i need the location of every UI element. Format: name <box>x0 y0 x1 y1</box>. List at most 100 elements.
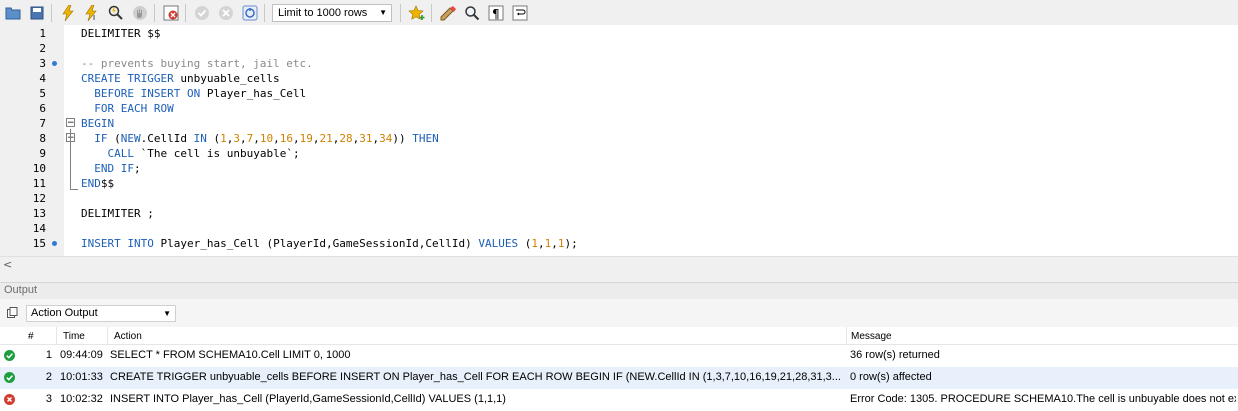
word-wrap-button[interactable] <box>509 2 531 24</box>
panel-splitter[interactable] <box>0 272 1238 282</box>
code-token: 1 <box>220 132 227 145</box>
code-token: , <box>239 132 247 145</box>
code-text[interactable]: DELIMITER $$ <box>81 26 160 41</box>
code-token: ( <box>206 132 221 145</box>
code-text[interactable]: DELIMITER ; <box>81 206 154 221</box>
code-token: IN <box>193 132 207 145</box>
table-row[interactable]: 1 09:44:09 SELECT * FROM SCHEMA10.Cell LIM… <box>0 345 1238 367</box>
code-token: 21 <box>319 132 333 145</box>
code-text[interactable]: INSERT INTO Player_has_Cell (PlayerId,Ga… <box>81 236 578 251</box>
code-line[interactable]: 11 END$$ <box>0 176 1238 191</box>
success-check-icon <box>4 372 15 383</box>
open-file-button[interactable] <box>2 2 24 24</box>
toolbar-separator <box>154 3 155 22</box>
code-token: INSERT INTO <box>81 237 154 250</box>
code-line[interactable]: 3 -- prevents buying start, jail etc. <box>0 56 1238 71</box>
code-text[interactable]: CREATE TRIGGER unbyuable_cells <box>81 71 280 86</box>
code-token: ; <box>134 162 141 175</box>
execute-current-icon: I <box>85 4 97 21</box>
toolbar-separator <box>51 3 52 22</box>
code-text[interactable]: END$$ <box>81 176 114 191</box>
code-line[interactable]: 6 FOR EACH ROW <box>0 101 1238 116</box>
output-toolbar: Action Output ▼ <box>0 299 1238 327</box>
code-token: ( <box>107 132 121 145</box>
execute-current-button[interactable]: I <box>81 2 103 24</box>
code-line[interactable]: 7 − BEGIN <box>0 116 1238 131</box>
code-line[interactable]: 14 <box>0 221 1238 236</box>
table-row[interactable]: 2 10:01:33 CREATE TRIGGER unbyuable_cells … <box>0 367 1238 389</box>
output-type-select[interactable]: Action Output ▼ <box>26 305 176 322</box>
code-text[interactable]: IF (NEW.CellId IN (1,3,7,10,16,19,21,28,… <box>81 131 439 146</box>
output-type-label: Action Output <box>31 307 98 319</box>
code-token: 19 <box>299 132 313 145</box>
code-line[interactable]: 5 BEFORE INSERT ON Player_has_Cell <box>0 86 1238 101</box>
column-header-number[interactable]: # <box>28 331 34 342</box>
code-line[interactable]: 15 INSERT INTO Player_has_Cell (PlayerId,… <box>0 236 1238 251</box>
code-text[interactable]: END IF; <box>81 161 141 176</box>
code-token: END <box>81 177 101 190</box>
code-token: 16 <box>279 132 293 145</box>
code-token: )) <box>392 132 413 145</box>
code-token: 28 <box>339 132 353 145</box>
invisible-chars-button[interactable]: ¶ <box>485 2 507 24</box>
code-line[interactable]: 12 <box>0 191 1238 206</box>
add-snippet-button[interactable] <box>406 2 428 24</box>
column-header-time[interactable]: Time <box>63 331 85 342</box>
find-icon <box>465 5 480 20</box>
commit-button[interactable] <box>191 2 213 24</box>
explain-button[interactable] <box>105 2 127 24</box>
toolbar-separator <box>185 3 186 22</box>
column-divider[interactable] <box>846 327 847 345</box>
editor-horizontal-scrollbar[interactable]: < <box>0 256 1238 272</box>
column-header-message[interactable]: Message <box>851 331 892 342</box>
line-number: 15 <box>32 237 46 250</box>
beautify-icon <box>440 5 456 20</box>
column-header-action[interactable]: Action <box>114 331 142 342</box>
code-text[interactable]: BEGIN <box>81 116 114 131</box>
code-token: 1 <box>531 237 538 250</box>
scroll-left-icon[interactable]: < <box>3 258 12 271</box>
beautify-button[interactable] <box>437 2 459 24</box>
execute-icon <box>62 4 74 21</box>
add-snippet-icon <box>408 4 425 20</box>
code-text[interactable]: BEFORE INSERT ON Player_has_Cell <box>81 86 306 101</box>
word-wrap-icon <box>512 5 528 20</box>
find-button[interactable] <box>461 2 483 24</box>
code-line[interactable]: 1 DELIMITER $$ <box>0 26 1238 41</box>
code-line[interactable]: 13 DELIMITER ; <box>0 206 1238 221</box>
limit-rows-select[interactable]: Limit to 1000 rows ▼ <box>272 3 392 22</box>
save-button[interactable] <box>26 2 48 24</box>
code-text[interactable]: CALL `The cell is unbuyable`; <box>81 146 300 161</box>
table-row[interactable]: 3 10:02:32 INSERT INTO Player_has_Cell (Pl… <box>0 389 1238 411</box>
stop-button[interactable] <box>129 2 151 24</box>
svg-text:¶: ¶ <box>492 7 500 21</box>
code-line[interactable]: 4 CREATE TRIGGER unbyuable_cells <box>0 71 1238 86</box>
code-token: BEFORE INSERT ON <box>94 87 201 100</box>
row-action: INSERT INTO Player_has_Cell (PlayerId,Ga… <box>110 393 506 405</box>
code-token: VALUES <box>478 237 519 250</box>
code-token: ( <box>518 237 532 250</box>
fold-toggle-icon[interactable]: − <box>66 118 75 128</box>
sql-editor[interactable]: 1 DELIMITER $$ 2 3 -- prevents buying start,… <box>0 25 1238 256</box>
code-text[interactable]: -- prevents buying start, jail etc. <box>81 56 313 71</box>
code-token: THEN <box>412 132 439 145</box>
copy-icon[interactable] <box>7 307 18 318</box>
rollback-button[interactable] <box>215 2 237 24</box>
code-line[interactable]: 9 CALL `The cell is unbuyable`; <box>0 146 1238 161</box>
row-time: 10:01:33 <box>60 371 103 383</box>
code-line[interactable]: 2 <box>0 41 1238 56</box>
toggle-error-button[interactable] <box>160 2 182 24</box>
code-token: `The cell is unbuyable`; <box>134 147 300 160</box>
code-text[interactable]: FOR EACH ROW <box>81 101 173 116</box>
column-divider[interactable] <box>107 327 108 345</box>
column-divider[interactable] <box>56 327 57 345</box>
code-line[interactable]: 10 END IF; <box>0 161 1238 176</box>
code-token: DELIMITER ; <box>81 207 154 220</box>
code-line[interactable]: 8− IF (NEW.CellId IN (1,3,7,10,16,19,21,… <box>0 131 1238 146</box>
code-token: , <box>292 132 300 145</box>
toolbar-separator <box>264 3 265 22</box>
autocommit-button[interactable] <box>239 2 261 24</box>
execute-button[interactable] <box>57 2 79 24</box>
invisible-chars-icon: ¶ <box>488 5 504 21</box>
